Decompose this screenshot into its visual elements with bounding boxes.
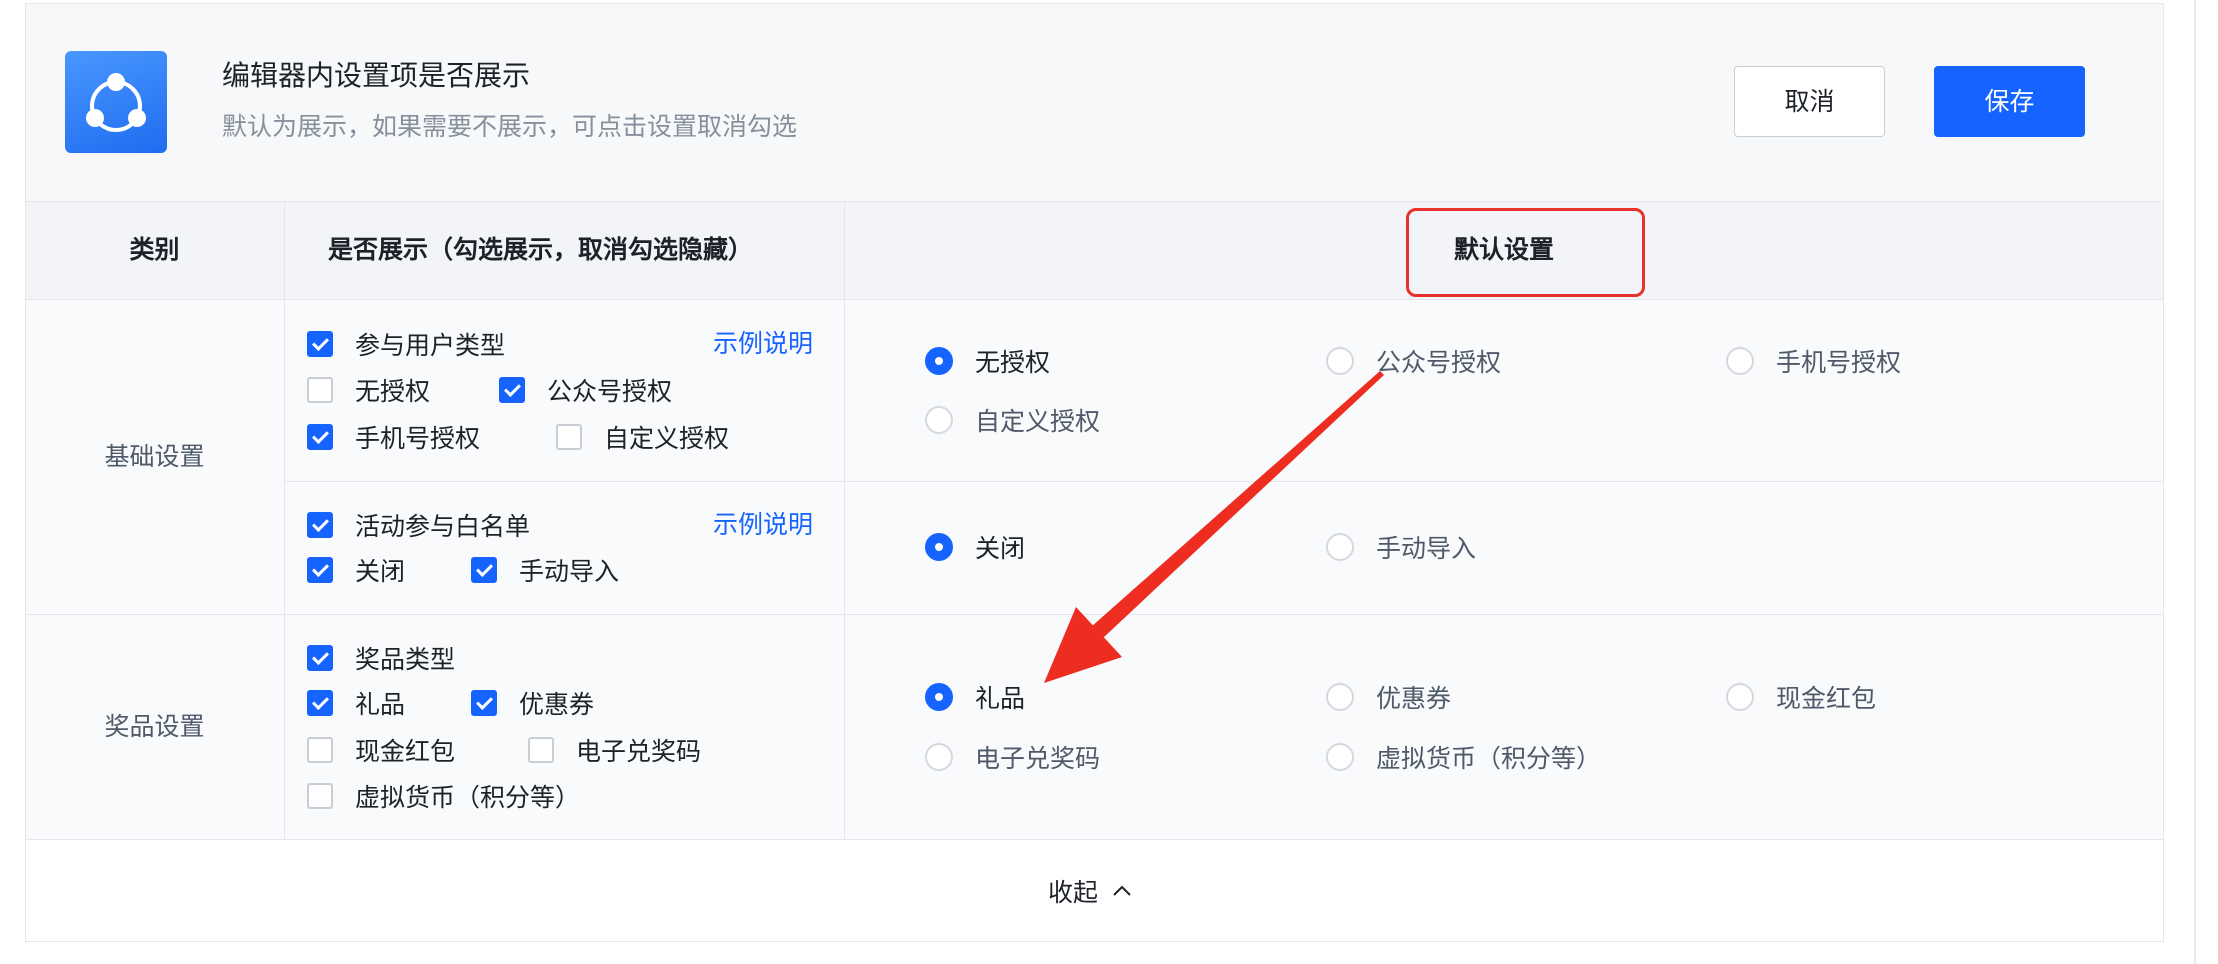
option-label: 虚拟货币（积分等） [355,783,581,812]
option-label: 优惠券 [519,690,595,719]
option-label: 关闭 [355,557,406,586]
radio-label: 关闭 [975,534,1026,563]
display-option[interactable]: 现金红包 [307,732,455,768]
annotation-highlight-box [1406,208,1645,297]
radio-label: 无授权 [975,348,1051,377]
radio-label: 虚拟货币（积分等） [1376,744,1602,773]
option-label: 自定义授权 [604,424,730,453]
default-radio[interactable]: 礼品 [925,679,1025,715]
option-label: 奖品类型 [355,645,456,674]
option-label: 礼品 [355,690,406,719]
option-label: 活动参与白名单 [355,512,531,541]
radio-label: 公众号授权 [1376,348,1502,377]
checkbox[interactable] [556,424,582,450]
radio[interactable] [1726,347,1754,375]
option-label: 公众号授权 [547,377,673,406]
radio[interactable] [925,406,953,434]
radio[interactable] [1326,743,1354,771]
checkbox[interactable] [307,512,333,538]
radio-label: 自定义授权 [975,407,1101,436]
radio[interactable] [925,743,953,771]
display-option[interactable]: 自定义授权 [556,419,729,455]
collapse-label: 收起 [1048,878,1099,907]
option-label: 无授权 [355,377,431,406]
option-label: 参与用户类型 [355,331,506,360]
checkbox[interactable] [307,557,333,583]
default-radio[interactable]: 现金红包 [1726,679,1876,715]
radio[interactable] [925,347,953,375]
radio[interactable] [1326,683,1354,711]
display-option[interactable]: 手机号授权 [307,419,480,455]
page-subtitle: 默认为展示，如果需要不展示，可点击设置取消勾选 [222,112,798,141]
option-label: 现金红包 [355,737,456,766]
cancel-button[interactable]: 取消 [1734,66,1885,137]
page-title: 编辑器内设置项是否展示 [222,59,531,92]
display-option-prize-type[interactable]: 奖品类型 [307,640,455,676]
collapse-button[interactable]: 收起 [1048,873,1132,909]
default-radio[interactable]: 手动导入 [1326,529,1476,565]
default-radio[interactable]: 手机号授权 [1726,343,1901,379]
display-option-whitelist[interactable]: 活动参与白名单 [307,507,530,543]
radio-label: 礼品 [975,684,1026,713]
checkbox[interactable] [499,377,525,403]
checkbox[interactable] [471,690,497,716]
share-nodes-icon [65,51,167,153]
category-prize: 奖品设置 [104,712,205,741]
radio[interactable] [925,683,953,711]
display-option[interactable]: 手动导入 [471,552,619,588]
category-basic: 基础设置 [104,442,205,471]
default-radio[interactable]: 自定义授权 [925,402,1100,438]
page-edge-divider [2194,0,2196,964]
radio[interactable] [1326,347,1354,375]
default-radio[interactable]: 虚拟货币（积分等） [1326,739,1601,775]
checkbox[interactable] [471,557,497,583]
display-option[interactable]: 公众号授权 [499,372,672,408]
radio-label: 现金红包 [1776,684,1877,713]
default-radio[interactable]: 公众号授权 [1326,343,1501,379]
checkbox[interactable] [528,737,554,763]
radio-label: 手机号授权 [1776,348,1902,377]
checkbox[interactable] [307,424,333,450]
radio[interactable] [1726,683,1754,711]
option-label: 手机号授权 [355,424,481,453]
display-option[interactable]: 电子兑奖码 [528,732,701,768]
radio[interactable] [1326,533,1354,561]
example-link[interactable]: 示例说明 [713,326,813,362]
checkbox[interactable] [307,377,333,403]
radio-label: 电子兑奖码 [975,744,1101,773]
radio[interactable] [925,533,953,561]
default-radio[interactable]: 电子兑奖码 [925,739,1100,775]
display-option[interactable]: 关闭 [307,552,405,588]
checkbox[interactable] [307,737,333,763]
checkbox[interactable] [307,783,333,809]
checkbox[interactable] [307,690,333,716]
display-option[interactable]: 虚拟货币（积分等） [307,778,580,814]
option-label: 电子兑奖码 [576,737,702,766]
chevron-up-icon [1113,885,1131,896]
display-option[interactable]: 无授权 [307,372,430,408]
radio-label: 手动导入 [1376,534,1477,563]
save-button[interactable]: 保存 [1934,66,2085,137]
default-radio[interactable]: 关闭 [925,529,1025,565]
display-option[interactable]: 优惠券 [471,685,594,721]
display-option[interactable]: 礼品 [307,685,405,721]
default-radio[interactable]: 优惠券 [1326,679,1451,715]
radio-label: 优惠券 [1376,684,1452,713]
display-option-user-type[interactable]: 参与用户类型 [307,326,505,362]
checkbox[interactable] [307,331,333,357]
column-header-display: 是否展示（勾选展示，取消勾选隐藏） [328,235,754,264]
column-header-category: 类别 [129,235,180,264]
default-radio[interactable]: 无授权 [925,343,1050,379]
checkbox[interactable] [307,645,333,671]
example-link[interactable]: 示例说明 [713,507,813,543]
option-label: 手动导入 [519,557,620,586]
